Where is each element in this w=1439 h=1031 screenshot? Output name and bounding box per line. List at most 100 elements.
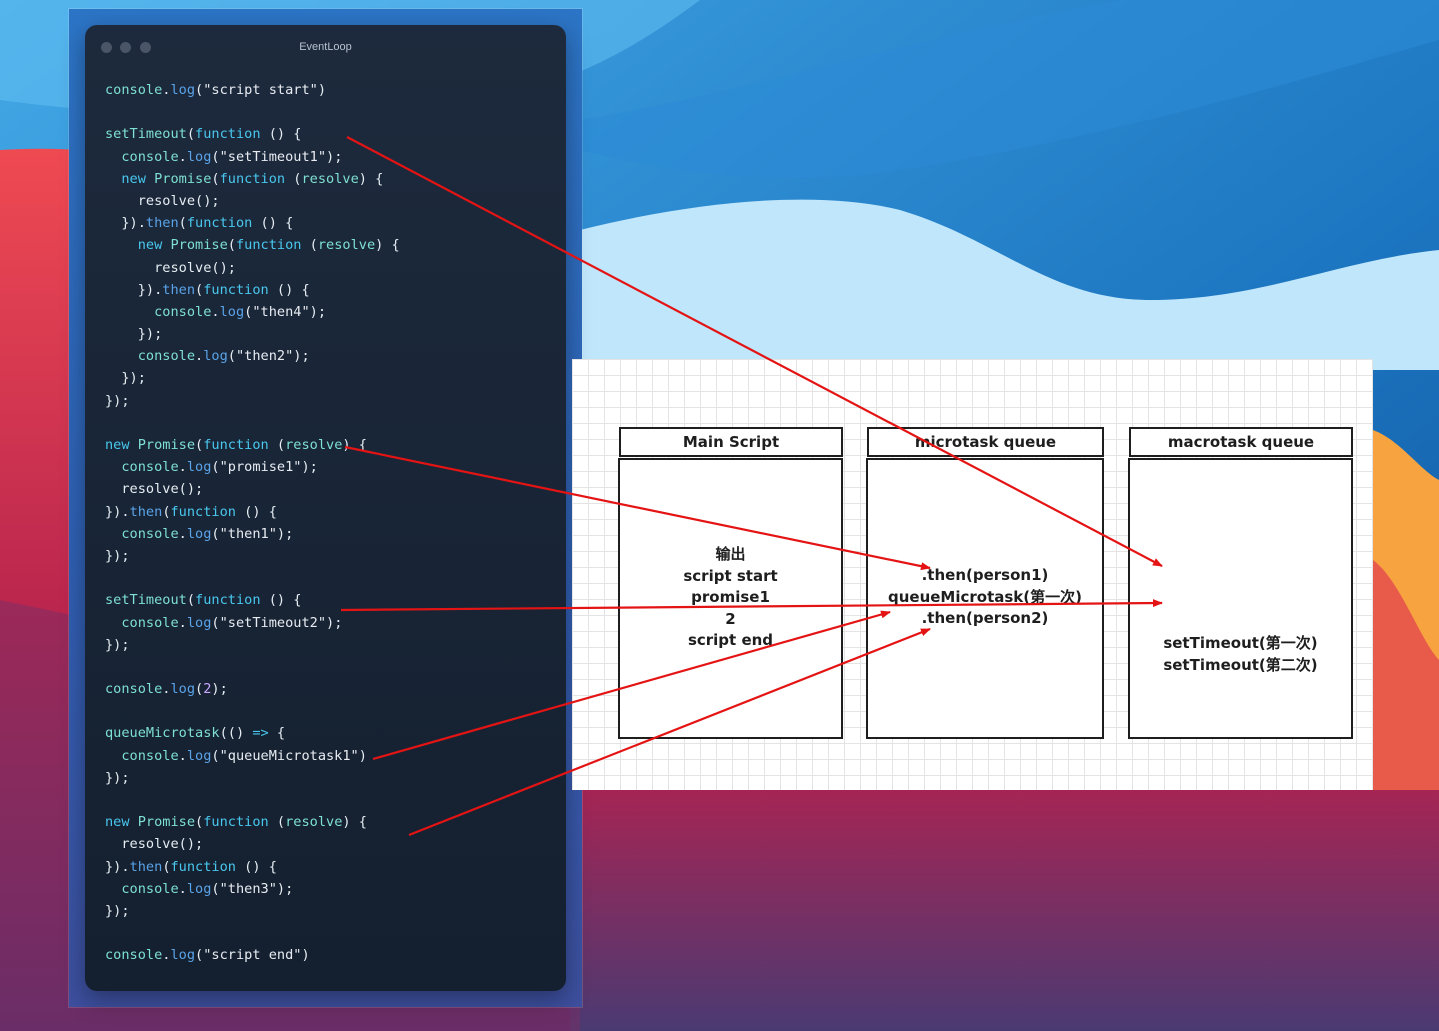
code-token: . [178,148,187,165]
code-token: console [121,614,179,631]
code-token: resolve(); [105,192,220,209]
code-token: log [186,459,212,476]
code-token: console [121,880,179,897]
code-token: new [105,437,130,453]
code-token: ( [195,814,204,831]
code-token: then [129,503,163,520]
code-line: console.log("then4"); [105,301,400,323]
code-token: ); [326,614,343,631]
code-token: ) { [342,814,367,831]
code-token: ( [211,170,220,187]
output-line: 输出 [715,545,746,563]
code-token: () { [268,281,310,298]
code-token: log [203,348,228,365]
code-token: }); [105,326,163,343]
code-token: Promise [137,437,196,453]
code-line: }); [105,634,400,656]
code-token: => [252,725,269,742]
code-token: () { [260,592,302,609]
code-token: . [178,747,187,764]
code-token: ( [211,148,220,165]
code-line: new Promise(function (resolve) { [105,811,400,833]
code-line: resolve(); [105,478,400,500]
code-token: then [145,215,179,232]
code-line: new Promise(function (resolve) { [105,168,400,190]
code-token: console [121,747,179,764]
code-token: }). [105,281,163,298]
code-token: ( [162,858,171,875]
code-token: ); [309,303,327,320]
code-token: "then4" [252,303,310,320]
code-token: ); [276,880,294,897]
code-token: resolve(); [105,481,204,498]
code-token: console [105,681,163,698]
code-line: }); [105,323,400,345]
code-token: }); [105,769,130,786]
code-token: . [195,348,204,365]
code-line: }); [105,767,400,789]
code-token: resolve [317,237,376,254]
code-token: ( [285,170,302,187]
code-line: new Promise(function (resolve) { [105,234,400,256]
code-token: then [162,281,196,298]
code-token: ); [276,525,294,542]
code-line: queueMicrotask(() => { [105,722,400,744]
code-token: ) { [375,237,400,254]
code-token: function [186,215,253,232]
code-token: function [203,281,269,298]
code-token: ( [195,437,204,453]
code-token: resolve [285,814,343,831]
code-token: log [170,947,196,964]
main-script-title: Main Script [619,427,843,457]
code-token: () { [260,126,302,143]
code-token: () { [252,215,294,232]
code-token: console [105,947,163,964]
code-token: "setTimeout1" [219,148,327,165]
code-token: ( [211,880,220,897]
code-token: }); [105,636,130,653]
code-token: . [178,880,187,897]
code-token: ) [358,747,367,764]
queue-item: queueMicrotask(第一次) [887,587,1082,606]
code-token: }); [105,370,146,387]
code-token: . [211,303,220,320]
code-line: resolve(); [105,190,400,212]
output-line: 2 [725,609,736,628]
code-token: "promise1" [219,459,302,476]
code-token: ( [195,281,204,298]
code-line: }).then(function () { [105,856,400,878]
code-token: log [170,82,196,98]
main-script-box: Main Script 输出 script start promise1 2 s… [618,427,843,739]
code-token: resolve [285,437,343,453]
code-token: }). [105,215,146,232]
code-token: Promise [137,814,196,831]
code-token: console [121,525,179,542]
code-token: ( [301,237,318,254]
code-token: { [268,725,286,742]
code-token: ) [301,947,310,964]
code-token: (() [219,725,253,742]
code-token: ( [162,503,171,520]
code-line: console.log(2); [105,678,400,700]
microtask-queue-items: .then(person1) queueMicrotask(第一次) .then… [866,565,1104,630]
code-line: }).then(function () { [105,279,400,301]
code-line: resolve(); [105,833,400,855]
code-line: console.log("then2"); [105,345,400,367]
code-token: ( [195,947,204,964]
code-token: ( [211,747,220,764]
code-line: console.log("promise1"); [105,456,400,478]
window-title: EventLoop [299,41,352,53]
code-token: ( [211,525,220,542]
code-token: Promise [170,237,228,254]
code-token: ( [268,814,286,831]
code-token: log [186,614,212,631]
microtask-queue-title: microtask queue [867,427,1104,457]
code-line: console.log("queueMicrotask1") [105,745,400,767]
code-token: resolve [301,170,359,187]
code-token: resolve(); [105,259,236,276]
